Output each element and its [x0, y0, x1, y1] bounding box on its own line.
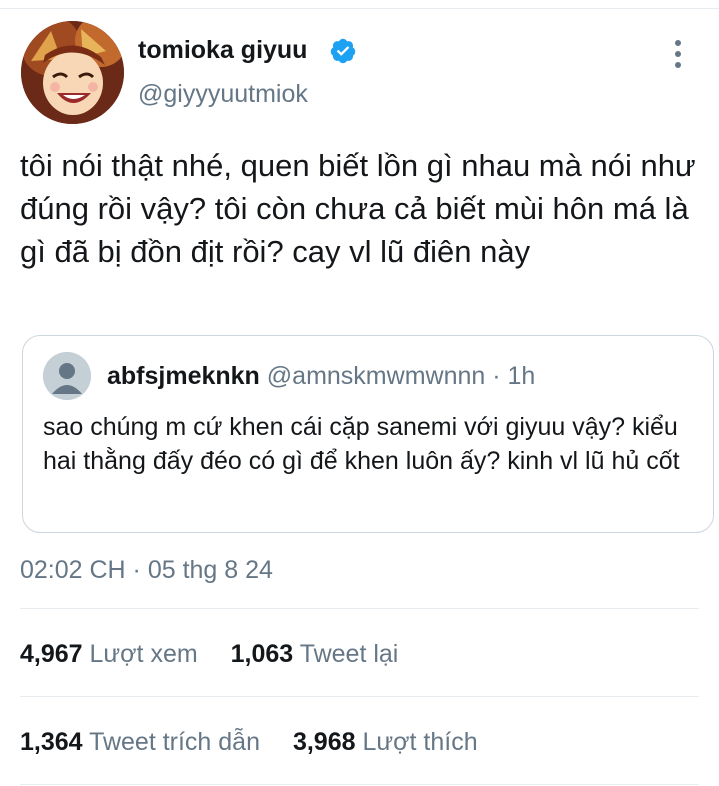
divider: [20, 608, 699, 609]
views-label: Lượt xem: [89, 640, 198, 668]
default-profile-icon: [43, 352, 91, 400]
views-stat[interactable]: 4,967 Lượt xem: [20, 640, 198, 669]
more-options-icon[interactable]: [664, 40, 692, 72]
top-divider: [0, 8, 719, 9]
quoted-author-handle[interactable]: @amnskmwmwnnn: [267, 362, 485, 390]
author-name[interactable]: tomioka giyuu: [138, 36, 307, 65]
anime-avatar-icon: [21, 21, 124, 124]
tweet-text: tôi nói thật nhé, quen biết lồn gì nhau …: [20, 148, 696, 269]
quoted-tweet[interactable]: abfsjmeknkn @amnskmwmwnnn · 1h sao chúng…: [22, 335, 714, 533]
quotes-stat[interactable]: 1,364 Tweet trích dẫn: [20, 728, 260, 757]
likes-count: 3,968: [292, 728, 356, 756]
divider: [20, 696, 699, 697]
quoted-tweet-text: sao chúng m cứ khen cái cặp sanemi với g…: [43, 413, 680, 475]
retweets-label: Tweet lại: [299, 640, 399, 668]
stats-row-2: 1,364 Tweet trích dẫn 3,968 Lượt thích: [20, 728, 504, 757]
tweet-timestamp[interactable]: 02:02 CH · 05 thg 8 24: [20, 556, 273, 585]
author-avatar[interactable]: [21, 21, 124, 124]
stats-row-1: 4,967 Lượt xem 1,063 Tweet lại: [20, 640, 424, 669]
divider: [20, 784, 699, 785]
quotes-count: 1,364: [20, 728, 83, 756]
quotes-label: Tweet trích dẫn: [89, 728, 260, 756]
quoted-author-name[interactable]: abfsjmeknkn: [107, 362, 260, 390]
likes-stat[interactable]: 3,968 Lượt thích: [293, 728, 478, 757]
quoted-author-avatar[interactable]: [43, 352, 91, 400]
retweets-count: 1,063: [230, 640, 294, 668]
author-handle[interactable]: @giyyyuutmiok: [138, 80, 308, 109]
likes-label: Lượt thích: [362, 728, 478, 756]
quoted-tweet-header: abfsjmeknkn @amnskmwmwnnn · 1h: [107, 362, 535, 391]
views-count: 4,967: [20, 640, 83, 668]
verified-badge-icon: [330, 38, 356, 64]
retweets-stat[interactable]: 1,063 Tweet lại: [231, 640, 399, 669]
quoted-tweet-time: · 1h: [492, 362, 536, 390]
